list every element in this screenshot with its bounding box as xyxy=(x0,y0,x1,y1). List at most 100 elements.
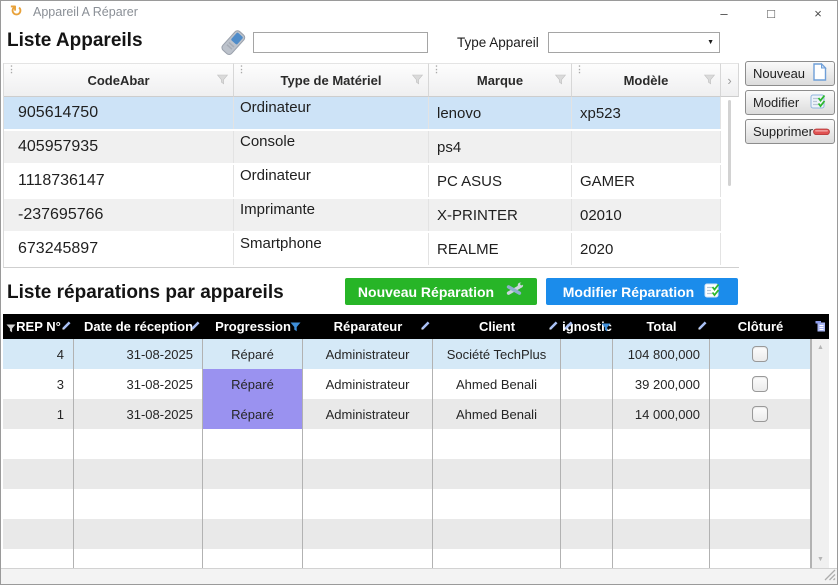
reparation-row[interactable]: 4 31-08-2025 Réparé Administrateur Socié… xyxy=(3,339,829,369)
cell xyxy=(433,459,561,489)
type-appareil-label: Type Appareil xyxy=(457,35,539,50)
appareil-row[interactable]: -237695766 Imprimante X-PRINTER 02010 xyxy=(4,199,739,233)
minimize-icon[interactable]: – xyxy=(717,7,731,20)
column-header-reparateur[interactable]: Réparateur xyxy=(303,314,433,339)
cell-type: Ordinateur xyxy=(234,165,429,197)
cell-cloture xyxy=(710,399,811,429)
cell xyxy=(561,429,613,459)
column-chooser-icon[interactable] xyxy=(811,314,829,339)
cell xyxy=(203,549,303,568)
column-label: Client xyxy=(479,319,515,334)
modifier-reparation-button[interactable]: Modifier Réparation xyxy=(546,278,738,305)
column-header-type[interactable]: ⋮ Type de Matériel xyxy=(234,63,429,97)
reparations-vertical-scrollbar[interactable]: ▲ ▼ xyxy=(811,339,829,568)
filter-funnel-icon[interactable] xyxy=(217,73,228,88)
scrollbar-thumb[interactable] xyxy=(728,100,731,186)
empty-row xyxy=(3,489,829,519)
cell-rep: 3 xyxy=(3,369,74,399)
column-header-total[interactable]: Total xyxy=(613,314,710,339)
cell xyxy=(3,519,74,549)
filter-funnel-icon[interactable] xyxy=(555,73,566,88)
cell xyxy=(303,429,433,459)
cell-reparateur: Administrateur xyxy=(303,369,433,399)
appareils-vertical-scrollbar[interactable] xyxy=(721,97,739,267)
pencil-icon xyxy=(696,320,708,335)
column-header-marque[interactable]: ⋮ Marque xyxy=(429,63,572,97)
cloture-checkbox[interactable] xyxy=(752,346,768,362)
cell xyxy=(710,549,811,568)
filter-funnel-active-icon[interactable] xyxy=(290,320,301,335)
cell xyxy=(710,519,811,549)
grip-dots-icon: ⋮ xyxy=(575,65,584,74)
cloture-checkbox[interactable] xyxy=(752,376,768,392)
delete-minus-icon xyxy=(813,124,830,139)
column-header-rep[interactable]: REP N° xyxy=(3,314,74,339)
bottom-bar xyxy=(1,568,837,585)
cell-modele: GAMER xyxy=(572,165,721,197)
type-appareil-combobox[interactable]: ▼ xyxy=(548,32,720,53)
tools-wrench-icon xyxy=(504,281,524,302)
column-label: CodeAbar xyxy=(87,73,149,88)
button-label: Modifier xyxy=(753,95,799,110)
column-header-date[interactable]: Date de réception xyxy=(74,314,203,339)
cell xyxy=(74,519,203,549)
cell xyxy=(3,429,74,459)
cell-reparateur: Administrateur xyxy=(303,399,433,429)
cell xyxy=(74,489,203,519)
reparation-row[interactable]: 3 31-08-2025 Réparé Administrateur Ahmed… xyxy=(3,369,829,399)
column-header-diagnostic[interactable]: ignostic xyxy=(561,314,613,339)
empty-row xyxy=(3,549,829,568)
scrollbar-chevron-icon[interactable]: › xyxy=(721,63,739,97)
reparations-section-title: Liste réparations par appareils xyxy=(7,282,284,304)
cloture-checkbox[interactable] xyxy=(752,406,768,422)
cell-codeabar: 1118736147 xyxy=(4,165,234,197)
button-label: Modifier Réparation xyxy=(563,284,694,300)
column-header-cloture[interactable]: Clôturé xyxy=(710,314,811,339)
cell-client: Ahmed Benali xyxy=(433,399,561,429)
pencil-icon xyxy=(562,320,574,335)
cell-client: Ahmed Benali xyxy=(433,369,561,399)
appareil-row[interactable]: 905614750 Ordinateur lenovo xp523 xyxy=(4,97,739,131)
column-header-codeabar[interactable]: ⋮ CodeAbar xyxy=(4,63,234,97)
scroll-down-icon[interactable]: ▼ xyxy=(812,556,829,563)
filter-funnel-active-icon[interactable] xyxy=(601,320,611,335)
empty-row xyxy=(3,429,829,459)
column-label: Type de Matériel xyxy=(281,73,382,88)
cell xyxy=(74,549,203,568)
cell xyxy=(203,429,303,459)
filter-funnel-icon[interactable] xyxy=(412,73,423,88)
cell xyxy=(303,489,433,519)
resize-grip[interactable] xyxy=(823,568,836,585)
cell-progression: Réparé xyxy=(203,369,303,399)
appareil-row[interactable]: 1118736147 Ordinateur PC ASUS GAMER xyxy=(4,165,739,199)
supprimer-button[interactable]: Supprimer xyxy=(745,119,835,144)
cell xyxy=(710,489,811,519)
search-input[interactable] xyxy=(253,32,428,53)
close-icon[interactable]: × xyxy=(811,7,825,20)
empty-row xyxy=(3,459,829,489)
cell xyxy=(433,429,561,459)
button-label: Nouveau Réparation xyxy=(358,284,494,300)
cell-total: 14 000,000 xyxy=(613,399,710,429)
cell-diagnostic xyxy=(561,339,613,369)
grip-dots-icon: ⋮ xyxy=(237,65,246,74)
cell-codeabar: 405957935 xyxy=(4,131,234,163)
modifier-button[interactable]: Modifier xyxy=(745,90,835,115)
maximize-icon[interactable]: □ xyxy=(764,7,778,20)
pencil-icon xyxy=(60,320,72,335)
cell xyxy=(433,519,561,549)
cell-cloture xyxy=(710,369,811,399)
cell-marque: REALME xyxy=(429,233,572,265)
column-header-progression[interactable]: Progression xyxy=(203,314,303,339)
nouveau-button[interactable]: Nouveau xyxy=(745,61,835,86)
reparation-row[interactable]: 1 31-08-2025 Réparé Administrateur Ahmed… xyxy=(3,399,829,429)
nouveau-reparation-button[interactable]: Nouveau Réparation xyxy=(345,278,537,305)
pencil-icon xyxy=(419,320,431,335)
scroll-up-icon[interactable]: ▲ xyxy=(812,344,829,351)
filter-funnel-icon[interactable] xyxy=(704,73,715,88)
column-header-modele[interactable]: ⋮ Modèle xyxy=(572,63,721,97)
appareil-row[interactable]: 405957935 Console ps4 xyxy=(4,131,739,165)
edit-checklist-icon xyxy=(704,283,721,301)
appareil-row[interactable]: 673245897 Smartphone REALME 2020 xyxy=(4,233,739,267)
column-header-client[interactable]: Client xyxy=(433,314,561,339)
